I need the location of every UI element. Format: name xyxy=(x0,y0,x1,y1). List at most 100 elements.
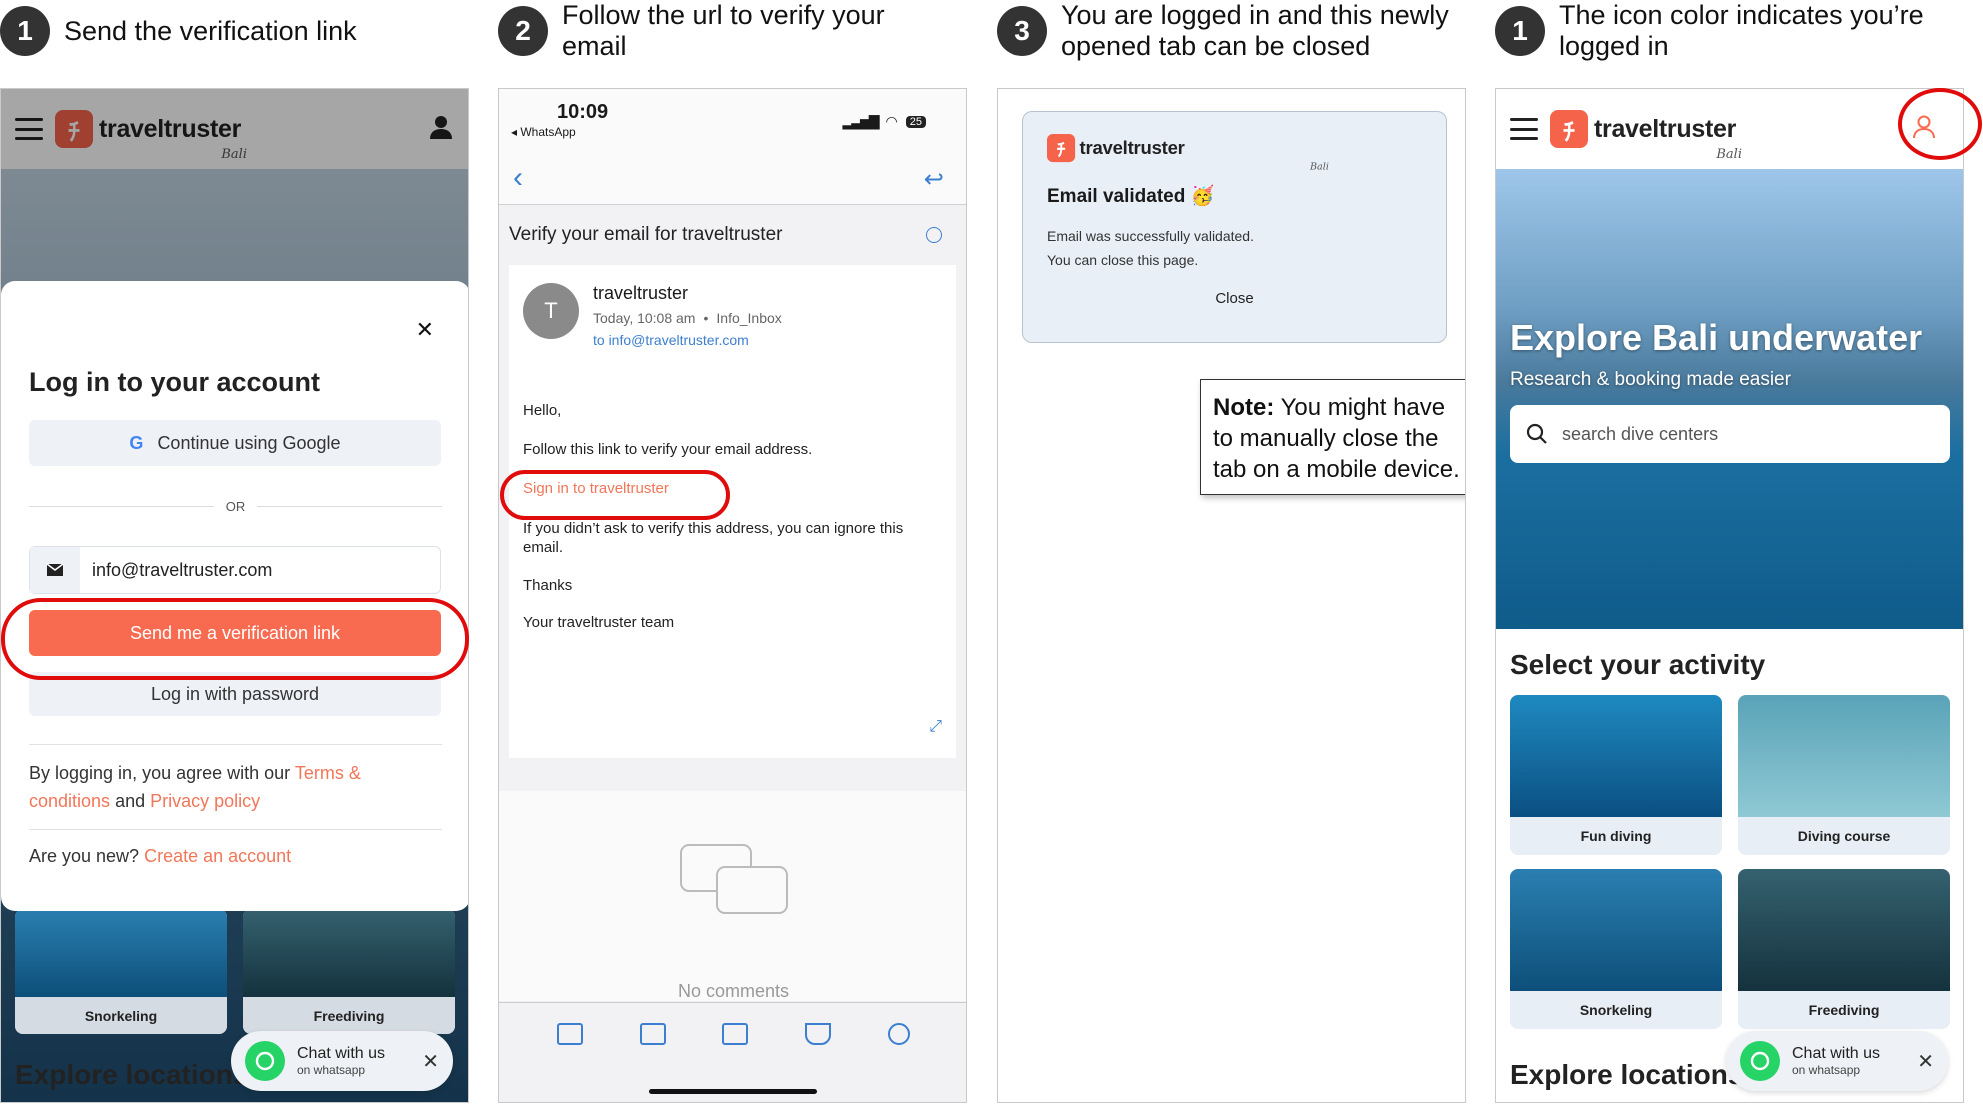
status-icons: ▂▃▅▇ ◠ 25 xyxy=(842,113,926,130)
card-image xyxy=(1510,695,1722,817)
email-subject: Verify your email for traveltruster xyxy=(509,224,783,245)
email-ignore-text: If you didn’t ask to verify this address… xyxy=(523,520,904,556)
step-text: Send the verification link xyxy=(64,15,357,46)
email-follow-text: Follow this link to verify your email ad… xyxy=(523,441,813,458)
expand-icon[interactable]: ⤢ xyxy=(929,718,942,736)
logo-mark-icon: ﾁ xyxy=(1047,134,1076,163)
clock: 10:09 xyxy=(557,101,609,123)
whatsapp-title: Chat with us xyxy=(1792,1045,1881,1062)
mail-icon xyxy=(30,547,80,593)
or-label: OR xyxy=(213,498,258,514)
validated-line2: You can close this page. xyxy=(1047,252,1199,268)
activity-card[interactable]: Snorkeling xyxy=(15,909,227,1034)
validated-line1: Email was successfully validated. xyxy=(1047,228,1254,244)
back-chevron-icon[interactable]: ‹ xyxy=(513,161,523,195)
site-logo[interactable]: ﾁ traveltruster Bali xyxy=(1550,110,1742,162)
step-1-header: 1 Send the verification link xyxy=(0,6,357,56)
section-heading: Select your activity xyxy=(1510,649,1766,680)
step-text: You are logged in and this newly opened … xyxy=(1061,0,1449,61)
card-label: Freediving xyxy=(1808,1002,1880,1018)
step-number: 3 xyxy=(997,6,1047,56)
search-input[interactable]: search dive centers xyxy=(1510,405,1950,463)
logo-sub: Bali xyxy=(1309,161,1329,173)
logo-sub: Bali xyxy=(1716,147,1742,162)
highlight-ring xyxy=(500,470,730,520)
panel-login: ﾁ traveltruster Bali Snorkeling Freedivi… xyxy=(0,88,469,1103)
logo-word: traveltruster xyxy=(1594,114,1736,143)
signup-question: Are you new? xyxy=(29,846,145,866)
logo-word: traveltruster xyxy=(1079,137,1185,159)
email-signature: Your traveltruster team xyxy=(523,614,675,631)
email-field[interactable]: info@traveltruster.com xyxy=(29,546,441,594)
close-icon[interactable]: ✕ xyxy=(1917,1049,1934,1074)
card-label: Fun diving xyxy=(1580,828,1652,844)
site-logo[interactable]: ﾁ traveltruster Bali xyxy=(1047,134,1329,172)
highlight-ring xyxy=(1,598,469,680)
validated-title: Email validated 🥳 xyxy=(1047,186,1215,207)
card-image xyxy=(1738,695,1950,817)
create-account-link[interactable]: Create an account xyxy=(144,846,291,866)
close-icon[interactable]: ✕ xyxy=(422,1049,439,1074)
panel-email: 10:09 ◂ WhatsApp ▂▃▅▇ ◠ 25 ‹ ↩ Verify yo… xyxy=(498,88,967,1103)
step-text: Follow the url to verify your email xyxy=(562,0,885,61)
search-placeholder: search dive centers xyxy=(1562,423,1719,444)
email-hello: Hello, xyxy=(523,402,562,419)
whatsapp-title: Chat with us xyxy=(297,1045,386,1062)
terms-and: and xyxy=(110,791,151,811)
terms-prefix: By logging in, you agree with our xyxy=(29,763,295,783)
email-meta: Today, 10:08 am • Info_Inbox xyxy=(593,310,782,326)
step-number: 1 xyxy=(0,6,50,56)
section-heading: Explore locations xyxy=(15,1059,249,1090)
search-icon xyxy=(1526,423,1547,444)
privacy-link[interactable]: Privacy policy xyxy=(150,791,260,811)
folder-icon[interactable] xyxy=(639,1023,666,1045)
menu-icon[interactable] xyxy=(1510,118,1538,140)
comments-area: No comments xyxy=(499,791,966,1001)
tutorial-canvas: 1 Send the verification link 2 Follow th… xyxy=(0,0,1983,1104)
email-folder: Info_Inbox xyxy=(716,310,782,326)
close-button[interactable]: Close xyxy=(1047,290,1422,307)
wifi-icon: ◠ xyxy=(885,113,898,129)
validated-card: ﾁ traveltruster Bali Email validated 🥳 E… xyxy=(1022,111,1447,343)
recipient-link[interactable]: to info@traveltruster.com xyxy=(593,332,782,348)
trash-icon[interactable] xyxy=(722,1023,749,1045)
whatsapp-chat-widget[interactable]: Chat with us on whatsapp ✕ xyxy=(1726,1031,1948,1091)
note-label: Note: xyxy=(1213,394,1275,421)
activity-card[interactable]: Diving course xyxy=(1738,695,1950,855)
sender-name: traveltruster xyxy=(593,283,689,303)
activity-card[interactable]: Snorkeling xyxy=(1510,869,1722,1029)
archive-icon[interactable] xyxy=(557,1023,584,1045)
back-to-app[interactable]: ◂ WhatsApp xyxy=(511,125,576,139)
email-subject-bar: Verify your email for traveltruster xyxy=(499,205,966,265)
whatsapp-sub: on whatsapp xyxy=(297,1063,366,1077)
step-2-header: 2 Follow the url to verify your email xyxy=(498,0,942,62)
google-icon: G xyxy=(129,432,144,453)
activity-card[interactable]: Freediving xyxy=(1738,869,1950,1029)
close-icon[interactable]: ✕ xyxy=(416,317,434,343)
modal-title: Log in to your account xyxy=(29,367,320,397)
ios-header: 10:09 ◂ WhatsApp ▂▃▅▇ ◠ 25 ‹ ↩ xyxy=(499,89,966,204)
more-icon[interactable] xyxy=(887,1023,910,1045)
no-comments-label: No comments xyxy=(677,981,790,1001)
unread-toggle-icon[interactable] xyxy=(926,227,942,243)
filter-icon[interactable] xyxy=(805,1023,832,1045)
activity-card[interactable]: Freediving xyxy=(243,909,455,1034)
google-login-button[interactable]: G Continue using Google xyxy=(29,420,441,466)
card-label: Diving course xyxy=(1797,828,1891,844)
card-image xyxy=(1510,869,1722,991)
reply-icon[interactable]: ↩ xyxy=(924,165,944,194)
email-value: info@traveltruster.com xyxy=(92,559,273,580)
login-modal: ✕ Log in to your account G Continue usin… xyxy=(1,281,468,911)
panel-home: ﾁ traveltruster Bali Explore Bali underw… xyxy=(1495,88,1964,1103)
step-number: 1 xyxy=(1495,6,1545,56)
activity-card[interactable]: Fun diving xyxy=(1510,695,1722,855)
section-heading: Explore locations xyxy=(1510,1059,1744,1090)
site-header: ﾁ traveltruster Bali xyxy=(1496,89,1963,169)
signal-icon: ▂▃▅▇ xyxy=(842,113,879,129)
hero-image: Explore Bali underwater Research & booki… xyxy=(1496,169,1963,629)
whatsapp-chat-widget[interactable]: Chat with us on whatsapp ✕ xyxy=(231,1031,453,1091)
email-thanks: Thanks xyxy=(523,577,573,594)
whatsapp-icon xyxy=(245,1041,285,1081)
logo-mark-icon: ﾁ xyxy=(1550,110,1588,148)
note-callout: Note: You might have to manually close t… xyxy=(1200,379,1465,495)
